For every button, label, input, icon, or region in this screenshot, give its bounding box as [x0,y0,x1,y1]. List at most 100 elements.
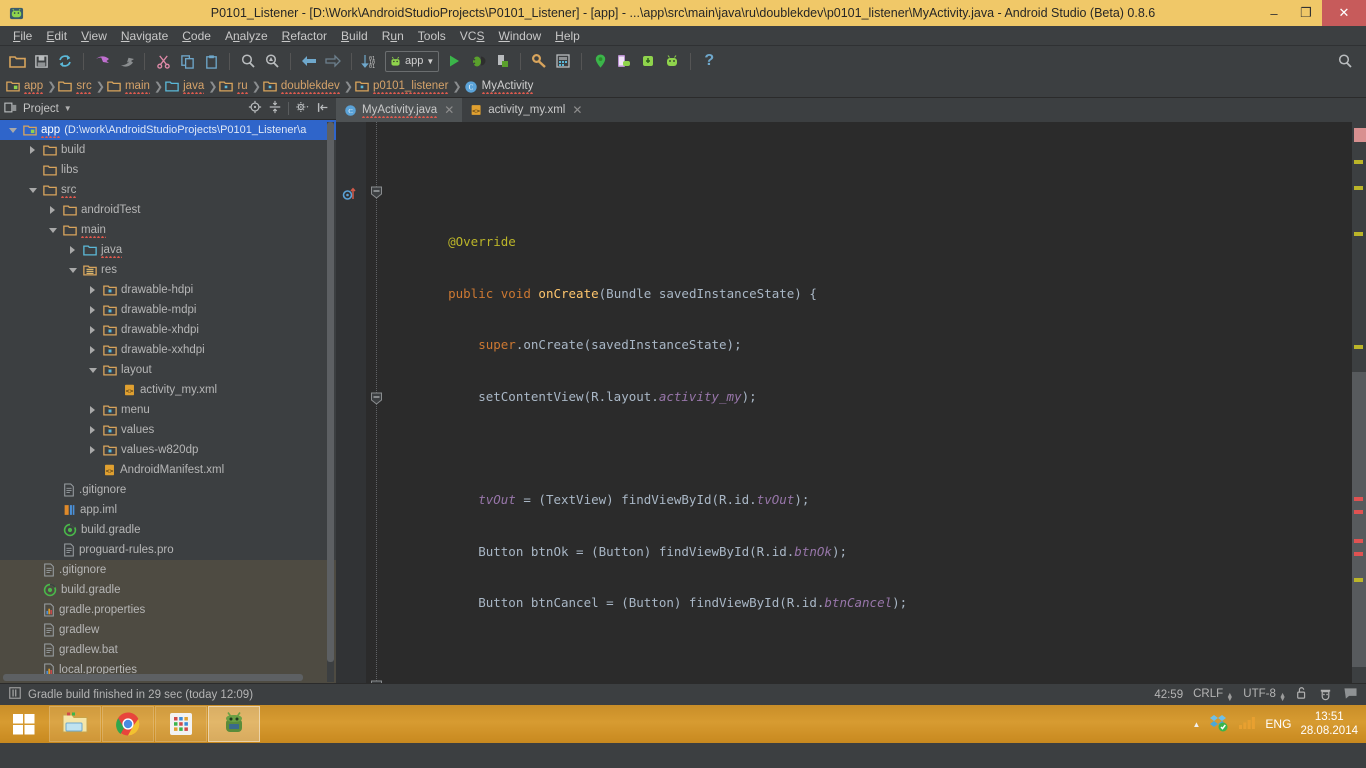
tree-node-gradle-properties[interactable]: gradle.properties [0,600,336,620]
close-tab-icon[interactable]: ✕ [444,103,454,117]
stripe-marker-warning[interactable] [1354,345,1363,349]
tree-node-values-w820dp[interactable]: values-w820dp [0,440,336,460]
taskbar-file-explorer-icon[interactable] [49,706,101,742]
breadcrumb-item-main[interactable]: main [107,80,153,94]
collapse-arrow-icon[interactable] [6,127,19,133]
expand-arrow-icon[interactable] [66,246,79,254]
dropbox-icon[interactable] [1209,714,1229,735]
collapse-arrow-icon[interactable] [46,227,59,233]
windows-start-icon[interactable] [0,705,48,743]
breadcrumb-item-doublekdev[interactable]: doublekdev [263,80,343,94]
network-signal-icon[interactable] [1238,715,1256,733]
hide-panel-icon[interactable] [316,101,330,117]
event-log-icon[interactable] [1343,687,1358,703]
device-screenshot-icon[interactable] [613,50,635,72]
tree-node-menu[interactable]: menu [0,400,336,420]
tree-node-androidmanifest-xml[interactable]: <> AndroidManifest.xml [0,460,336,480]
tree-node-src[interactable]: src [0,180,336,200]
android-icon[interactable] [661,50,683,72]
debug-icon[interactable] [467,50,489,72]
minimize-button[interactable]: – [1258,0,1290,26]
expand-arrow-icon[interactable] [86,406,99,414]
settings-gear-icon[interactable] [295,100,310,117]
undo-icon[interactable] [91,50,113,72]
tree-vertical-scrollbar[interactable] [327,122,334,682]
tree-node-gitignore[interactable]: .gitignore [0,480,336,500]
editor-gutter[interactable] [336,122,366,683]
menu-item-navigate[interactable]: Navigate [114,28,175,44]
status-message[interactable]: Gradle build finished in 29 sec (today 1… [28,689,253,701]
stripe-marker-warning[interactable] [1354,578,1363,582]
editor-vertical-scrollbar-thumb[interactable] [1352,372,1366,667]
sort-icon[interactable]: 01 10 01 [359,50,381,72]
menu-item-code[interactable]: Code [175,28,218,44]
tree-node-androidtest[interactable]: androidTest [0,200,336,220]
layout-inspector-icon[interactable] [637,50,659,72]
close-button[interactable]: ✕ [1322,0,1366,26]
collapse-all-icon[interactable] [268,100,282,117]
unlocked-icon[interactable] [1296,686,1308,703]
language-indicator[interactable]: ENG [1265,717,1291,731]
menu-item-window[interactable]: Window [491,28,548,44]
tree-node-build-gradle[interactable]: build.gradle [0,580,336,600]
tree-node-build-gradle[interactable]: build.gradle [0,520,336,540]
stripe-marker-error[interactable] [1354,497,1363,501]
stripe-marker-warning[interactable] [1354,186,1363,190]
scroll-from-source-icon[interactable] [248,100,262,117]
stripe-marker-error[interactable] [1354,510,1363,514]
menu-item-analyze[interactable]: Analyze [218,28,275,44]
menu-item-tools[interactable]: Tools [411,28,453,44]
breadcrumb-item-ru[interactable]: ru [219,80,250,94]
editor-tab-myactivity-java[interactable]: C MyActivity.java ✕ [336,98,463,122]
tree-node-app[interactable]: app (D:\work\AndroidStudioProjects\P0101_… [0,120,336,140]
tree-node-gitignore[interactable]: .gitignore [0,560,336,580]
editor-tab-activity-my-xml[interactable]: <> activity_my.xml ✕ [462,98,591,122]
tree-node-build[interactable]: build [0,140,336,160]
fold-collapse-icon[interactable] [370,392,383,405]
collapse-arrow-icon[interactable] [86,367,99,373]
override-method-icon[interactable] [342,186,358,205]
menu-item-refactor[interactable]: Refactor [275,28,334,44]
collapse-arrow-icon[interactable] [66,267,79,273]
tree-node-drawable-xhdpi[interactable]: drawable-xhdpi [0,320,336,340]
tree-node-gradlew-bat[interactable]: gradlew.bat [0,640,336,660]
open-folder-icon[interactable] [6,50,28,72]
breadcrumb-item-java[interactable]: java [165,80,207,94]
expand-arrow-icon[interactable] [86,446,99,454]
show-hidden-icons-chevron-icon[interactable]: ▲ [1193,720,1201,729]
tree-node-libs[interactable]: libs [0,160,336,180]
find-icon[interactable] [237,50,259,72]
run-icon[interactable] [443,50,465,72]
search-icon[interactable] [1334,50,1356,72]
taskbar-app-grid-icon[interactable] [155,706,207,742]
tree-node-values[interactable]: values [0,420,336,440]
line-separator[interactable]: CRLF ▲ ▼ [1193,688,1233,703]
editor-fold-column[interactable] [366,122,388,683]
menu-item-build[interactable]: Build [334,28,375,44]
tree-node-gradlew[interactable]: gradlew [0,620,336,640]
run-with-coverage-icon[interactable] [491,50,513,72]
replace-icon[interactable] [261,50,283,72]
expand-arrow-icon[interactable] [86,286,99,294]
taskbar-android-studio-icon[interactable] [208,706,260,742]
expand-arrow-icon[interactable] [86,326,99,334]
project-tree[interactable]: app (D:\work\AndroidStudioProjects\P0101_… [0,120,336,683]
inspection-status-indicator[interactable] [1354,128,1366,142]
menu-item-run[interactable]: Run [375,28,411,44]
hector-inspector-icon[interactable] [1318,686,1333,704]
collapse-arrow-icon[interactable] [26,187,39,193]
close-tab-icon[interactable]: ✕ [572,103,582,117]
expand-arrow-icon[interactable] [86,306,99,314]
caret-position[interactable]: 42:59 [1154,689,1183,701]
stripe-marker-warning[interactable] [1354,232,1363,236]
breadcrumb-item-myactivity[interactable]: C MyActivity [464,80,537,94]
location-icon[interactable] [589,50,611,72]
menu-item-vcs[interactable]: VCS [453,28,492,44]
file-encoding[interactable]: UTF-8 ▲ ▼ [1243,688,1286,703]
tree-node-activity-my-xml[interactable]: <> activity_my.xml [0,380,336,400]
expand-arrow-icon[interactable] [86,346,99,354]
tree-node-drawable-mdpi[interactable]: drawable-mdpi [0,300,336,320]
back-icon[interactable] [298,50,320,72]
code-text-area[interactable]: @Override public void onCreate(Bundle sa… [388,122,1352,683]
fold-collapse-icon[interactable] [370,680,383,683]
